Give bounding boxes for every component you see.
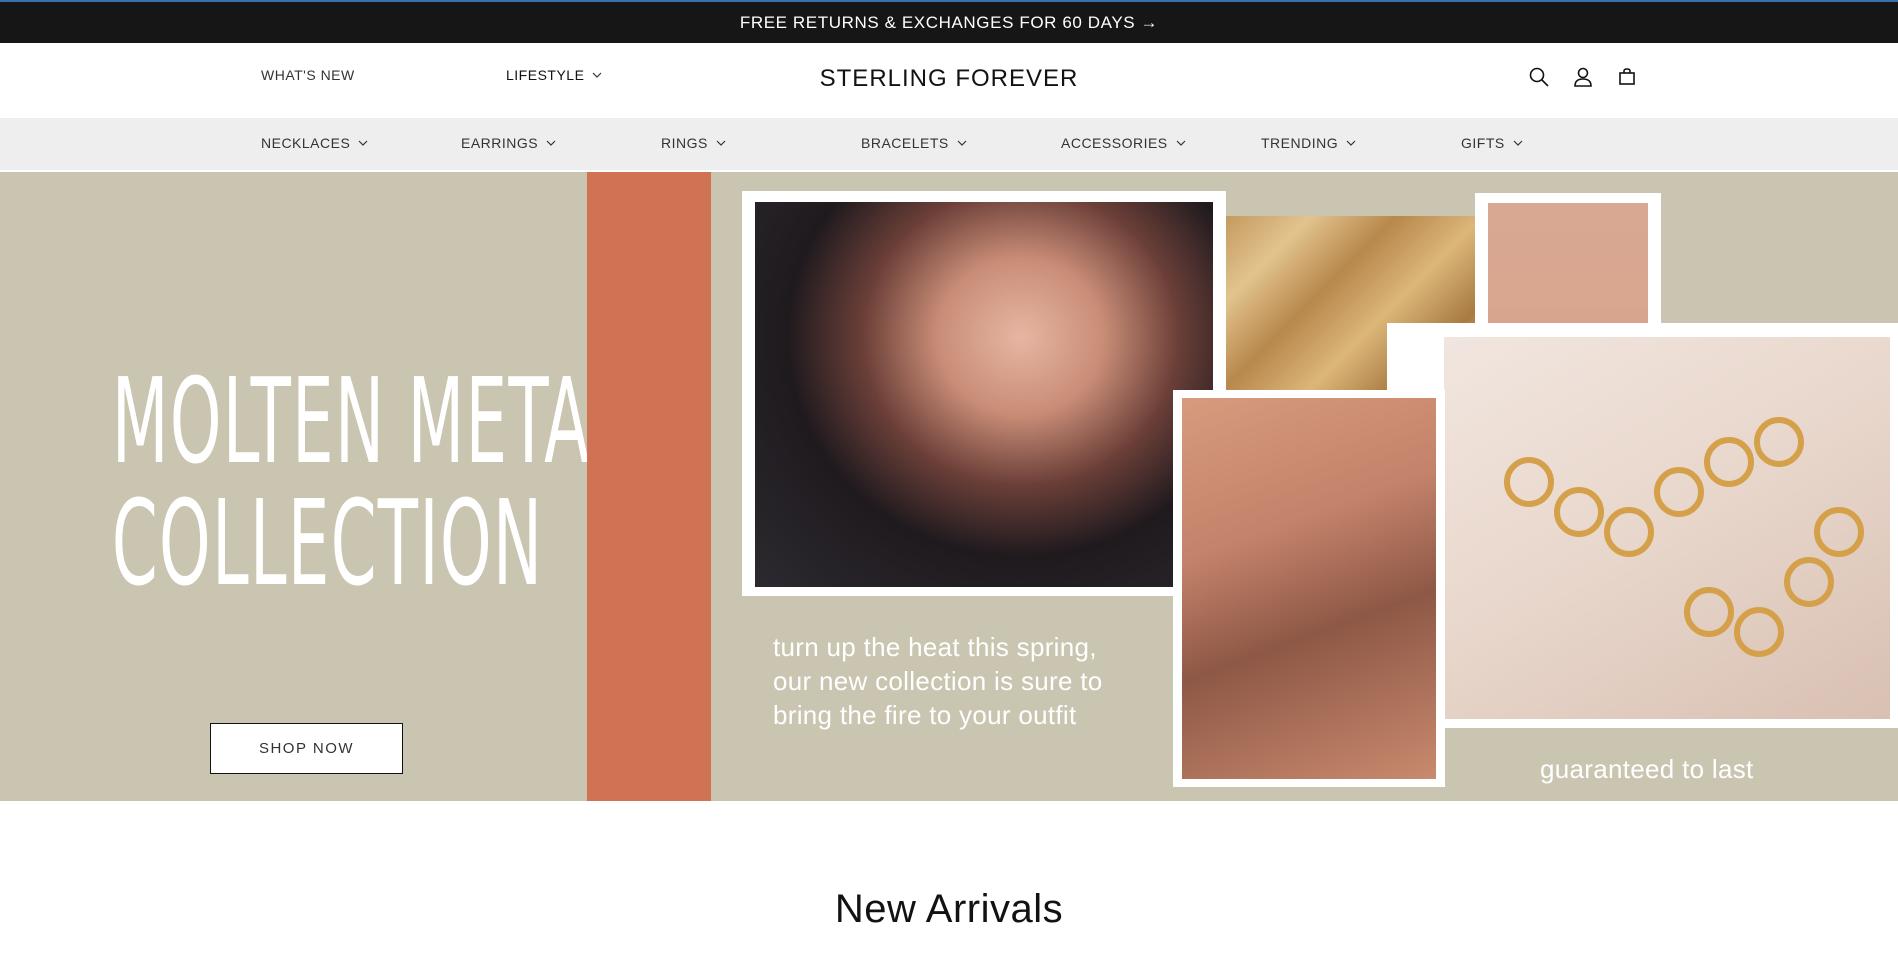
bracelet-frame [1387,323,1898,728]
site-header: WHAT'S NEW LIFESTYLE STERLING FOREVER [0,43,1898,118]
hero-title-line1: MOLTEN METAL [111,352,629,490]
hero-caption-line1: turn up the heat this spring, [773,632,1097,662]
shop-now-button[interactable]: SHOP NOW [210,723,403,774]
nav-whats-new[interactable]: WHAT'S NEW [261,67,355,83]
chain-link-shape [1654,467,1704,517]
nav-earrings-label: EARRINGS [461,135,539,151]
search-button[interactable] [1527,65,1551,89]
new-arrivals-heading: New Arrivals [834,887,1064,931]
nav-rings[interactable]: RINGS [661,135,726,151]
chain-bracelet-image [1444,337,1890,719]
account-button[interactable] [1571,65,1595,89]
nav-necklaces[interactable]: NECKLACES [261,135,368,151]
chevron-down-icon [546,140,556,146]
hero-caption-right: guaranteed to last [1540,754,1754,784]
accent-bar [587,172,711,801]
nav-bracelets[interactable]: BRACELETS [861,135,967,151]
chain-link-shape [1734,607,1784,657]
nav-gifts-label: GIFTS [1461,135,1505,151]
category-nav: NECKLACES EARRINGS RINGS BRACELETS ACCES… [0,118,1898,170]
nav-trending[interactable]: TRENDING [1261,135,1356,151]
account-icon [1574,67,1592,87]
cart-icon [1619,68,1635,85]
cart-button[interactable] [1615,65,1639,89]
nav-gifts[interactable]: GIFTS [1461,135,1523,151]
necklace-earring-image [1182,398,1436,779]
site-logo[interactable]: STERLING FOREVER [820,65,1079,92]
necklace-frame [1173,390,1445,787]
chain-link-shape [1604,507,1654,557]
chain-link-shape [1814,507,1864,557]
announcement-bar: FREE RETURNS & EXCHANGES FOR 60 DAYS → [0,0,1898,43]
chevron-down-icon [1176,140,1186,146]
chevron-down-icon [358,140,368,146]
chevron-down-icon [1346,140,1356,146]
nav-rings-label: RINGS [661,135,708,151]
announcement-link[interactable]: FREE RETURNS & EXCHANGES FOR 60 DAYS → [740,13,1158,33]
nav-bracelets-label: BRACELETS [861,135,949,151]
header-icons [1527,65,1639,89]
hero-caption-line3: bring the fire to your outfit [773,700,1077,730]
nav-lifestyle-label: LIFESTYLE [506,67,585,83]
chevron-down-icon [716,140,726,146]
nav-lifestyle[interactable]: LIFESTYLE [506,67,602,83]
nav-trending-label: TRENDING [1261,135,1339,151]
model-portrait-image [755,202,1213,587]
chain-link-shape [1504,457,1554,507]
chain-link-shape [1754,417,1804,467]
search-icon [1529,67,1549,87]
nav-accessories[interactable]: ACCESSORIES [1061,135,1186,151]
portrait-frame [742,191,1226,596]
chain-link-shape [1684,587,1734,637]
chevron-down-icon [1513,140,1523,146]
hero-caption: turn up the heat this spring, our new co… [773,630,1103,732]
chain-link-shape [1704,437,1754,487]
hero-banner[interactable]: MOLTEN METAL COLLECTION SHOP NOW turn up… [0,172,1898,801]
chevron-down-icon [592,72,602,78]
nav-necklaces-label: NECKLACES [261,135,351,151]
chevron-down-icon [957,140,967,146]
chain-link-shape [1554,487,1604,537]
nav-whats-new-label: WHAT'S NEW [261,67,355,83]
hero-caption-line2: our new collection is sure to [773,666,1103,696]
hero-title: MOLTEN METAL COLLECTION [111,352,629,612]
hero-title-line2: COLLECTION [111,474,544,612]
nav-earrings[interactable]: EARRINGS [461,135,556,151]
chain-link-shape [1784,557,1834,607]
nav-accessories-label: ACCESSORIES [1061,135,1168,151]
